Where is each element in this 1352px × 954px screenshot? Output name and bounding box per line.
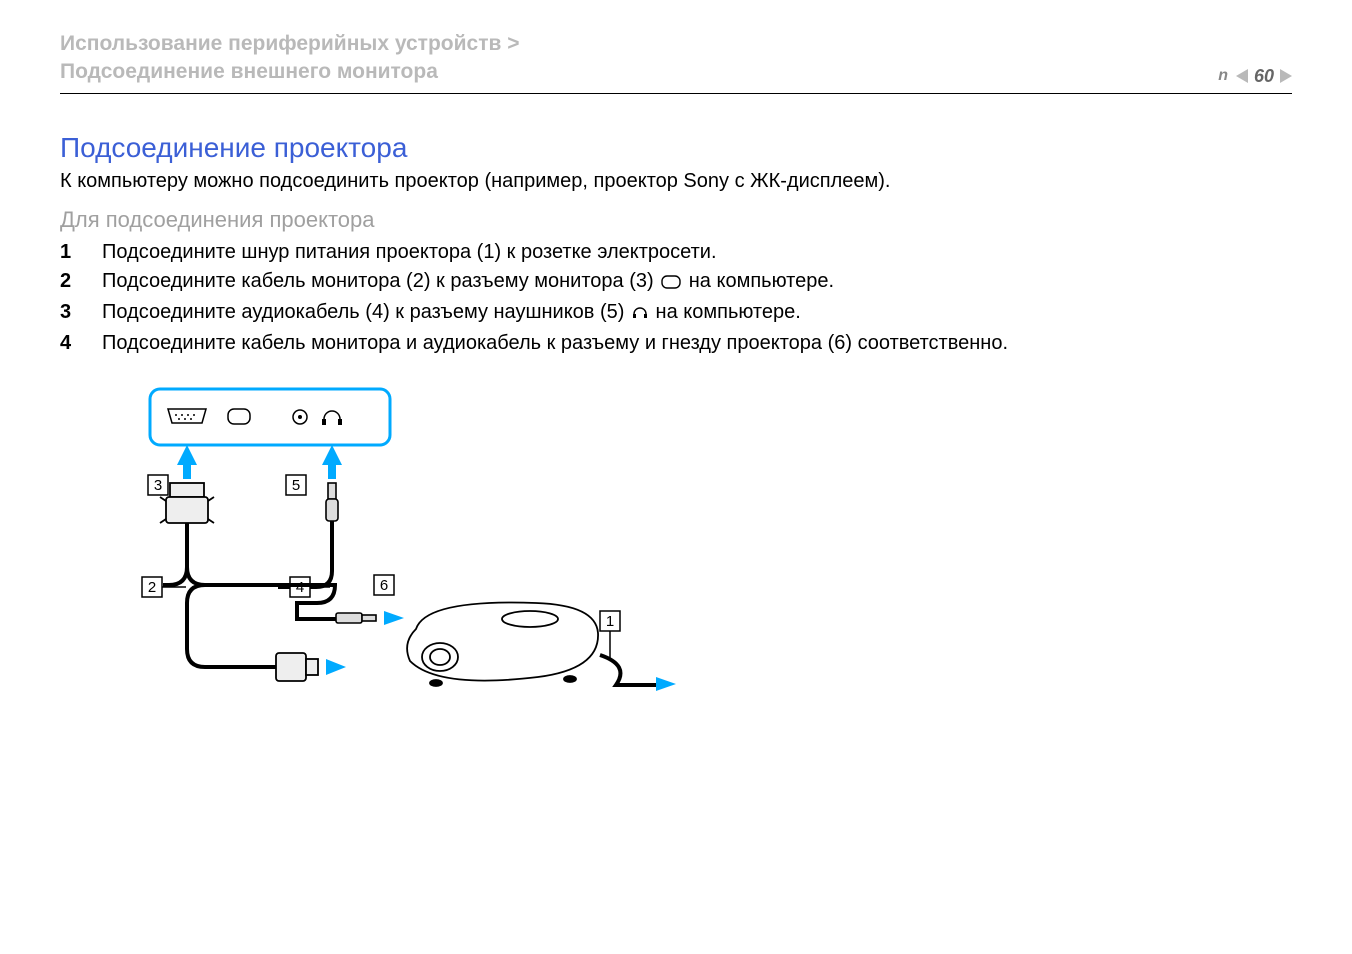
vga-port-icon — [168, 409, 206, 423]
step-text: Подсоедините кабель монитора (2) к разъе… — [102, 270, 834, 295]
callout-3: 3 — [148, 475, 168, 495]
step-number: 4 — [60, 332, 78, 355]
lead-paragraph: К компьютеру можно подсоединить проектор… — [60, 170, 1292, 193]
arrow-icon — [326, 659, 346, 675]
step-number: 3 — [60, 301, 78, 324]
arrow-icon — [384, 611, 404, 625]
step-text-b: на компьютере. — [689, 270, 834, 292]
n-label: n — [1216, 67, 1230, 85]
step-text-b: на компьютере. — [656, 301, 801, 323]
monitor-port-icon — [661, 272, 681, 295]
callout-5: 5 — [286, 475, 306, 495]
step-number: 1 — [60, 241, 78, 264]
headphones-icon — [322, 411, 342, 425]
step-text-a: Подсоедините аудиокабель (4) к разъему н… — [102, 301, 630, 323]
svg-text:5: 5 — [292, 477, 300, 494]
monitor-cable — [187, 523, 275, 585]
prev-page-icon[interactable] — [1236, 69, 1248, 83]
mic-jack-icon — [293, 410, 307, 424]
step-row: 4 Подсоедините кабель монитора и аудиока… — [60, 332, 1292, 355]
sub-title: Для подсоединения проектора — [60, 207, 1292, 233]
headphones-icon — [632, 303, 648, 326]
section-title: Подсоединение проектора — [60, 132, 1292, 164]
step-text: Подсоедините шнур питания проектора (1) … — [102, 241, 717, 264]
callout-1: 1 — [600, 611, 620, 631]
breadcrumb-line2: Подсоединение внешнего монитора — [60, 58, 520, 86]
page-header: Использование периферийных устройств > П… — [60, 30, 1292, 94]
monitor-port-icon — [228, 409, 250, 424]
step-text: Подсоедините аудиокабель (4) к разъему н… — [102, 301, 801, 326]
callout-2: 2 — [142, 577, 162, 597]
svg-text:4: 4 — [296, 579, 304, 596]
callout-6: 6 — [374, 575, 394, 595]
page-nav: n 60 — [1216, 66, 1292, 87]
step-row: 2 Подсоедините кабель монитора (2) к раз… — [60, 270, 1292, 295]
step-text: Подсоедините кабель монитора и аудиокабе… — [102, 332, 1008, 355]
connection-diagram: 3 5 2 — [100, 379, 1292, 724]
diagram-svg: 3 5 2 — [100, 379, 680, 719]
audio-plug-icon — [326, 483, 338, 521]
page-number: 60 — [1254, 66, 1274, 87]
vga-plug-icon — [276, 653, 318, 681]
projector-icon — [407, 602, 598, 685]
arrow-icon — [656, 677, 676, 691]
step-row: 1 Подсоедините шнур питания проектора (1… — [60, 241, 1292, 264]
step-number: 2 — [60, 270, 78, 293]
power-cable — [600, 655, 656, 685]
steps-list: 1 Подсоедините шнур питания проектора (1… — [60, 241, 1292, 355]
step-row: 3 Подсоедините аудиокабель (4) к разъему… — [60, 301, 1292, 326]
svg-text:2: 2 — [148, 579, 156, 596]
breadcrumb: Использование периферийных устройств > П… — [60, 30, 520, 87]
svg-text:1: 1 — [606, 613, 614, 630]
breadcrumb-line1: Использование периферийных устройств > — [60, 30, 520, 58]
document-page: Использование периферийных устройств > П… — [0, 0, 1352, 724]
svg-text:3: 3 — [154, 477, 162, 494]
next-page-icon[interactable] — [1280, 69, 1292, 83]
svg-text:6: 6 — [380, 577, 388, 594]
step-text-a: Подсоедините кабель монитора (2) к разъе… — [102, 270, 659, 292]
